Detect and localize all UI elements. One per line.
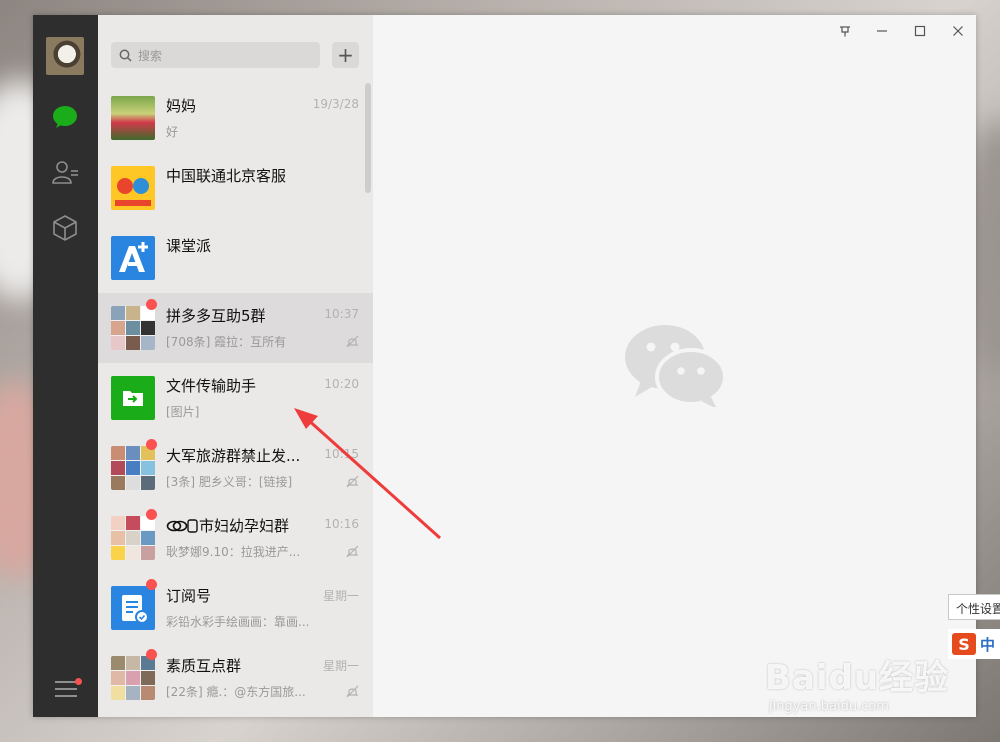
- menu-badge: [75, 678, 82, 685]
- unread-badge: [146, 439, 157, 450]
- chat-time: 星期一: [322, 659, 359, 673]
- chat-preview: [708条] 霞拉：互所有: [166, 335, 287, 349]
- unread-badge: [146, 509, 157, 520]
- unread-badge: [146, 649, 157, 660]
- conversation-panel: [373, 15, 976, 717]
- chat-avatar: [111, 446, 155, 490]
- contacts-icon[interactable]: [51, 158, 79, 186]
- watermark-sub: jingyan.baidu.com: [769, 699, 889, 714]
- chat-time: 星期一: [322, 589, 359, 603]
- chat-preview: [图片]: [166, 405, 200, 419]
- chat-avatar: [111, 516, 155, 560]
- avatar[interactable]: [46, 37, 84, 75]
- chat-title: 中国联通北京客服: [166, 167, 287, 185]
- chat-time: 10:20: [324, 377, 359, 391]
- link-emoji-icon: [166, 518, 198, 533]
- chat-item-pinduoduo-group[interactable]: 拼多多互助5群 10:37 [708条] 霞拉：互所有: [98, 293, 373, 363]
- baidu-watermark: Baidu经验 jingyan.baidu.com: [765, 650, 949, 714]
- chat-item-file-transfer[interactable]: 文件传输助手 10:20 [图片]: [98, 363, 373, 433]
- search-icon: [119, 49, 132, 62]
- menu-icon[interactable]: [55, 681, 77, 697]
- pin-icon[interactable]: [833, 21, 857, 41]
- wechat-window: 搜索 + 妈妈 19/3/28 好 中国联通北京客服 课堂派 拼多多互助5群 1…: [33, 15, 976, 717]
- chat-preview: 好: [166, 125, 179, 139]
- chat-preview: [22条] 瘾.：@东方国旅...: [166, 685, 306, 699]
- chat-item-mama[interactable]: 妈妈 19/3/28 好: [98, 83, 373, 153]
- search-input[interactable]: 搜索: [111, 42, 320, 68]
- chat-title: 课堂派: [166, 237, 212, 255]
- chat-item-subscriptions[interactable]: 订阅号 星期一 彩铅水彩手绘画画：靠画...: [98, 573, 373, 643]
- cube-icon[interactable]: [51, 214, 79, 242]
- chat-item-travel-group[interactable]: 大军旅游群禁止发... 10:15 [3条] 肥乡义哥：[链接]: [98, 433, 373, 503]
- chat-list-panel: 搜索 + 妈妈 19/3/28 好 中国联通北京客服 课堂派 拼多多互助5群 1…: [98, 15, 373, 717]
- chat-avatar: [111, 656, 155, 700]
- chat-avatar: [111, 96, 155, 140]
- watermark-main: Baidu经验: [765, 658, 950, 698]
- wechat-logo-icon: [625, 325, 727, 407]
- chat-item-maternity-group[interactable]: 市妇幼孕妇群 10:16 耿梦娜9.10：拉我进产...: [98, 503, 373, 573]
- chat-time: 19/3/28: [312, 97, 359, 111]
- chat-item-suzhi-group[interactable]: 素质互点群 星期一 [22条] 瘾.：@东方国旅...: [98, 643, 373, 713]
- mute-icon: [346, 545, 359, 558]
- chat-avatar: [111, 586, 155, 630]
- close-icon[interactable]: [946, 21, 970, 41]
- chat-title: 素质互点群: [166, 657, 242, 675]
- unread-badge: [146, 299, 157, 310]
- mute-icon: [346, 685, 359, 698]
- chat-item-ketangpai[interactable]: 课堂派: [98, 223, 373, 293]
- unread-badge: [146, 579, 157, 590]
- chat-title: 文件传输助手: [166, 377, 257, 395]
- chat-title: 拼多多互助5群: [166, 307, 266, 325]
- chat-time: 10:16: [324, 517, 359, 531]
- search-placeholder: 搜索: [138, 48, 163, 63]
- nav-sidebar: [33, 15, 98, 717]
- chat-time: 10:15: [324, 447, 359, 461]
- chat-avatar: [111, 166, 155, 210]
- minimize-icon[interactable]: [870, 21, 894, 41]
- chat-time: 10:37: [324, 307, 359, 321]
- mute-icon: [346, 335, 359, 348]
- chat-title: 大军旅游群禁止发...: [166, 447, 301, 465]
- chat-title: 妈妈: [166, 97, 197, 115]
- chat-preview: 耿梦娜9.10：拉我进产...: [166, 545, 301, 559]
- chat-avatar: [111, 306, 155, 350]
- chat-preview: [3条] 肥乡义哥：[链接]: [166, 475, 293, 489]
- sogou-logo-icon: S: [952, 633, 976, 655]
- chat-item-unicom[interactable]: 中国联通北京客服: [98, 153, 373, 223]
- chat-icon[interactable]: [51, 103, 79, 131]
- maximize-icon[interactable]: [908, 21, 932, 41]
- ime-mode-label[interactable]: 中: [980, 634, 995, 655]
- chat-title: 订阅号: [166, 587, 212, 605]
- tooltip: 个性设置: [948, 594, 1000, 620]
- chat-avatar: [111, 376, 155, 420]
- add-button[interactable]: +: [332, 42, 359, 68]
- chat-title: 市妇幼孕妇群: [166, 515, 289, 536]
- ime-toolbar[interactable]: S 中: [948, 629, 1000, 659]
- mute-icon: [346, 475, 359, 488]
- chat-avatar: [111, 236, 155, 280]
- chat-preview: 彩铅水彩手绘画画：靠画...: [166, 615, 310, 629]
